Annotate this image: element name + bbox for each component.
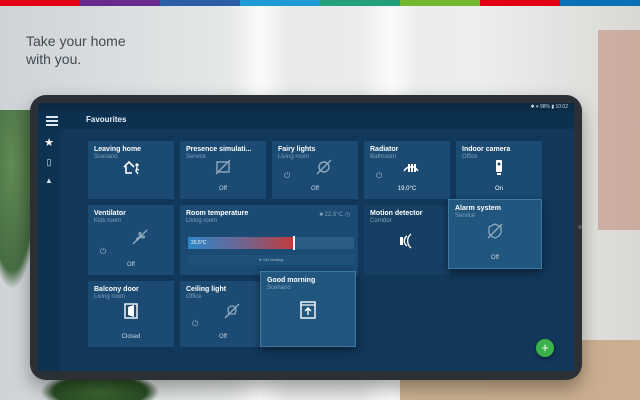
tile-state: Closed [121,334,141,340]
tile-name: Motion detector [370,210,423,217]
alarm-off-icon [487,222,503,239]
tile-name: Ventilator [94,210,126,217]
bell-icon[interactable]: ▲ [42,173,56,187]
tile-good-morning[interactable]: Good morning Scenario [260,271,356,347]
app-bar: Favourites [38,111,574,129]
tile-balcony-door[interactable]: Balcony door Living room Closed [88,281,174,347]
tile-room: Living room [94,294,126,300]
tile-name: Presence simulati... [186,146,252,153]
star-icon[interactable]: ★ [42,135,56,149]
tile-room: Kids room [94,218,122,224]
power-icon[interactable]: ⏻ [376,171,382,181]
tile-presence-simulation[interactable]: Presence simulati... Service Off [180,141,266,199]
tile-indoor-camera[interactable]: Indoor camera Office On [456,141,542,199]
tablet-device: ✱ ▾ 98% ▮ 10:02 Favourites ★ ▯ ▲ Leaving… [30,95,582,380]
tile-name: Fairy lights [278,146,316,153]
tile-room: Scenario [267,285,291,291]
tile-motion-detector[interactable]: Motion detector Corridor [364,205,450,275]
current-temperature: 20.5°C [191,240,207,246]
plug-off-icon [316,159,332,175]
power-icon[interactable]: ⏻ [100,247,106,257]
presence-off-icon [215,159,231,175]
door-closed-icon [124,302,138,319]
temperature-slider[interactable]: 20.5°C [188,236,354,250]
send-icon: ➤ [258,257,262,262]
tile-room: Corridor [370,218,392,224]
tile-state: Off [219,334,227,340]
tile-state: 19.0°C [397,186,417,192]
clock-icon: ◷ [344,212,350,218]
tile-radiator[interactable]: Radiator Bathroom ⏻ 19.0°C [364,141,450,199]
radiator-icon [403,164,419,173]
fan-off-icon [132,229,148,244]
motion-icon [400,233,412,249]
add-button[interactable]: + [536,339,554,357]
status-bar: ✱ ▾ 98% ▮ 10:02 [38,103,574,111]
set-heating-label: Set heating [263,257,284,262]
target-temperature: ■ 22.5°C ◷ [319,211,350,218]
tile-state: Off [491,255,499,261]
set-heating-button[interactable]: ➤ Set heating [188,255,354,265]
tile-name: Balcony door [94,286,139,293]
tile-room: Office [186,294,202,300]
hamburger-menu-icon[interactable] [46,114,58,126]
tile-name: Good morning [267,277,316,284]
tile-alarm-system[interactable]: Alarm system Service Off [448,199,542,269]
target-temperature-value: 22.5°C [324,212,344,218]
tile-name: Ceiling light [186,286,227,293]
tile-ventilator[interactable]: Ventilator Kids room ⏻ Off [88,205,174,275]
temperature-slider-handle[interactable] [293,236,295,250]
tagline-line-2: with you. [26,51,82,67]
tile-leaving-home[interactable]: Leaving home Scenario [88,141,174,199]
tile-name: Alarm system [455,205,501,212]
tile-state: On [494,186,503,192]
camera-icon [496,160,502,176]
tagline: Take your home with you. [26,32,186,68]
app-screen: ✱ ▾ 98% ▮ 10:02 Favourites ★ ▯ ▲ Leaving… [38,103,574,371]
status-bar-text: ✱ ▾ 98% ▮ 10:02 [530,104,568,110]
tile-state: Off [311,186,319,192]
thermostat-icon: ■ [319,212,323,218]
brand-color-bar [0,0,640,6]
tile-room: Living room [186,218,218,224]
tile-name: Radiator [370,146,399,153]
tablet-icon[interactable]: ▯ [42,155,56,169]
tile-state: Off [219,186,227,192]
tile-room: Service [455,213,476,219]
tagline-line-1: Take your home [26,33,126,49]
blinds-up-icon [300,301,316,320]
light-off-icon [224,303,240,319]
leaving-home-icon [123,160,140,175]
power-icon[interactable]: ⏻ [284,171,290,181]
tablet-camera [578,225,582,229]
power-icon[interactable]: ⏻ [192,319,198,329]
tile-fairy-lights[interactable]: Fairy lights Living room ⏻ Off [272,141,358,199]
tile-ceiling-light[interactable]: Ceiling light Office ⏻ Off [180,281,266,347]
tile-room-temperature[interactable]: Room temperature Living room ■ 22.5°C ◷ … [180,205,358,275]
background-decor [598,30,640,230]
tile-name: Indoor camera [462,146,511,153]
tile-name: Leaving home [94,146,142,153]
page-title: Favourites [86,115,127,124]
side-navigation: ★ ▯ ▲ [38,129,60,371]
tile-state: Off [127,262,135,268]
